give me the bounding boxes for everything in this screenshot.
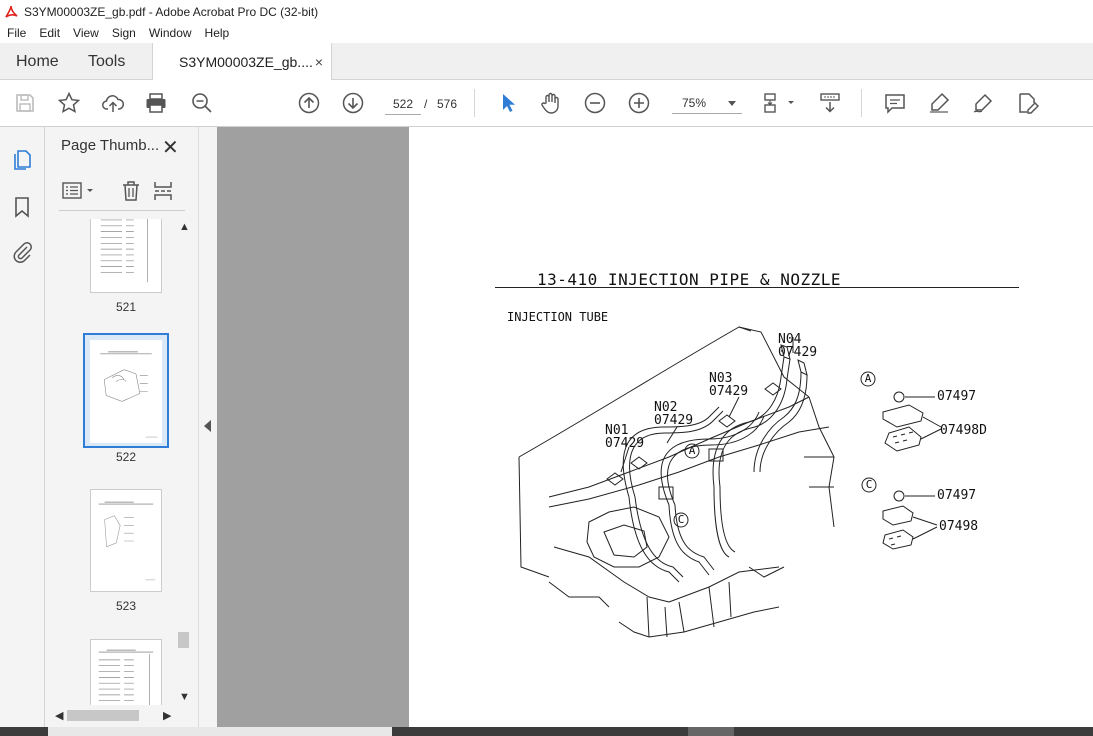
page-display-icon[interactable] — [763, 91, 797, 115]
close-icon[interactable]: ✕ — [162, 135, 179, 160]
status-strip — [0, 727, 1093, 736]
tab-bar: Home Tools S3YM00003ZE_gb.... × — [0, 43, 1093, 81]
thumbnail-page-523[interactable] — [90, 489, 162, 592]
menu-sign[interactable]: Sign — [105, 26, 142, 40]
page-total: 576 — [437, 97, 458, 111]
thumbnail-label: 521 — [115, 300, 137, 314]
tab-close-button[interactable]: × — [315, 54, 323, 70]
scroll-right-arrow-icon[interactable]: ▶ — [163, 709, 171, 722]
attachment-icon[interactable] — [10, 240, 34, 264]
thumbnail-label: 523 — [115, 599, 137, 613]
extract-pages-icon[interactable] — [151, 179, 175, 203]
title-bar: S3YM00003ZE_gb.pdf - Adobe Acrobat Pro D… — [0, 0, 1093, 23]
thumbnail-preview — [100, 219, 148, 283]
left-navigation-rail — [0, 127, 45, 736]
thumbnail-preview — [98, 649, 154, 705]
zoom-in-icon[interactable] — [627, 91, 651, 115]
pdf-page: 13-410 INJECTION PIPE & NOZZLE INJECTION… — [409, 127, 1093, 727]
hand-tool-icon[interactable] — [539, 91, 563, 115]
star-icon[interactable] — [57, 91, 81, 115]
zoom-select[interactable]: 75% — [672, 92, 742, 114]
thumbnail-page-522[interactable] — [83, 333, 169, 448]
page-thumbnails-icon[interactable] — [10, 148, 34, 172]
status-strip-mid — [688, 727, 734, 736]
scrollbar-thumb[interactable] — [67, 710, 139, 721]
draw-sign-icon[interactable] — [971, 91, 995, 115]
menu-file[interactable]: File — [0, 26, 32, 40]
tab-tools[interactable]: Tools — [88, 43, 125, 80]
save-icon[interactable] — [13, 91, 37, 115]
page-separator: / — [424, 97, 428, 111]
tab-document-label: S3YM00003ZE_gb.... — [179, 54, 313, 70]
thumbnail-page-521[interactable] — [90, 219, 162, 293]
injection-tube-diagram — [518, 326, 942, 638]
toolbar-divider — [861, 89, 862, 117]
panel-title: Page Thumb... — [61, 137, 160, 154]
panel-collapse-strip[interactable] — [198, 127, 217, 736]
scroll-mode-icon[interactable] — [818, 91, 842, 115]
acrobat-icon — [5, 5, 18, 18]
page-thumbnails-panel: Page Thumb... ✕ 521 522 523 ▲ ▼ ◀ ▶ — [45, 127, 198, 736]
zoom-out-icon[interactable] — [583, 91, 607, 115]
comment-icon[interactable] — [883, 91, 907, 115]
thumbnail-label: 522 — [115, 450, 137, 464]
document-view[interactable]: 13-410 INJECTION PIPE & NOZZLE INJECTION… — [217, 127, 1093, 736]
toolbar: 522 / 576 75% — [0, 80, 1093, 127]
page-number-input[interactable]: 522 — [385, 93, 421, 115]
menu-view[interactable]: View — [66, 26, 105, 40]
scroll-up-arrow-icon[interactable]: ▲ — [179, 221, 190, 233]
print-icon[interactable] — [144, 91, 168, 115]
menu-edit[interactable]: Edit — [32, 26, 66, 40]
status-strip-light — [48, 727, 392, 736]
window-title: S3YM00003ZE_gb.pdf - Adobe Acrobat Pro D… — [24, 4, 319, 19]
thumbnail-list: 521 522 523 — [45, 219, 177, 705]
bookmark-icon[interactable] — [10, 195, 34, 219]
tab-home[interactable]: Home — [16, 43, 59, 80]
next-page-icon[interactable] — [341, 91, 365, 115]
zoom-value: 75% — [682, 96, 707, 110]
thumbnail-horizontal-scrollbar[interactable]: ◀ ▶ — [53, 707, 177, 723]
tab-document[interactable]: S3YM00003ZE_gb.... × — [152, 43, 332, 81]
scroll-down-arrow-icon[interactable]: ▼ — [179, 691, 190, 703]
edit-pdf-icon[interactable] — [1015, 91, 1039, 115]
chevron-down-icon — [728, 101, 736, 106]
collapse-arrow-icon[interactable] — [204, 420, 211, 432]
panel-toolbar — [59, 175, 185, 211]
previous-page-icon[interactable] — [297, 91, 321, 115]
cloud-upload-icon[interactable] — [101, 91, 125, 115]
thumbnail-scrollbar[interactable]: ▲ ▼ — [176, 219, 191, 705]
scrollbar-thumb[interactable] — [178, 632, 189, 648]
options-menu-icon[interactable] — [61, 179, 97, 203]
menu-bar: File Edit View Sign Window Help — [0, 23, 1093, 43]
highlight-pen-icon[interactable] — [927, 91, 951, 115]
thumbnail-preview — [98, 501, 156, 581]
toolbar-divider — [474, 89, 475, 117]
delete-icon[interactable] — [119, 179, 143, 203]
thumbnail-page-next[interactable] — [90, 639, 162, 705]
scroll-left-arrow-icon[interactable]: ◀ — [55, 709, 63, 722]
menu-help[interactable]: Help — [198, 26, 236, 40]
menu-window[interactable]: Window — [142, 26, 198, 40]
thumbnail-preview — [90, 340, 162, 443]
select-cursor-icon[interactable] — [496, 91, 520, 115]
zoom-out-search-icon[interactable] — [190, 91, 214, 115]
